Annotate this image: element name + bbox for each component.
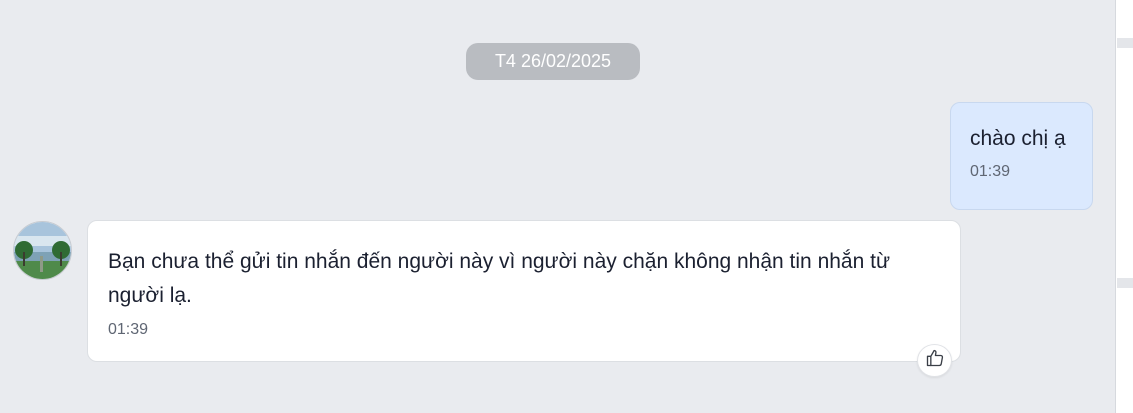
outgoing-message-bubble[interactable]: chào chị ạ 01:39 <box>950 102 1093 210</box>
message-text: chào chị ạ <box>970 127 1066 150</box>
panel-divider <box>1117 38 1133 48</box>
incoming-message-bubble[interactable]: Bạn chưa thể gửi tin nhắn đến người này … <box>87 220 961 362</box>
thumbs-up-icon <box>925 348 945 373</box>
right-side-panel-edge <box>1115 0 1133 413</box>
message-time: 01:39 <box>970 163 1011 180</box>
reaction-button[interactable] <box>917 344 952 377</box>
message-text: Bạn chưa thể gửi tin nhắn đến người này … <box>108 250 891 307</box>
contact-avatar[interactable] <box>13 221 72 280</box>
message-time: 01:39 <box>108 321 149 338</box>
date-separator: T4 26/02/2025 <box>466 43 640 80</box>
chat-message-area: T4 26/02/2025 chào chị ạ 01:39 Bạn chưa … <box>0 0 1115 413</box>
panel-divider <box>1117 278 1133 288</box>
